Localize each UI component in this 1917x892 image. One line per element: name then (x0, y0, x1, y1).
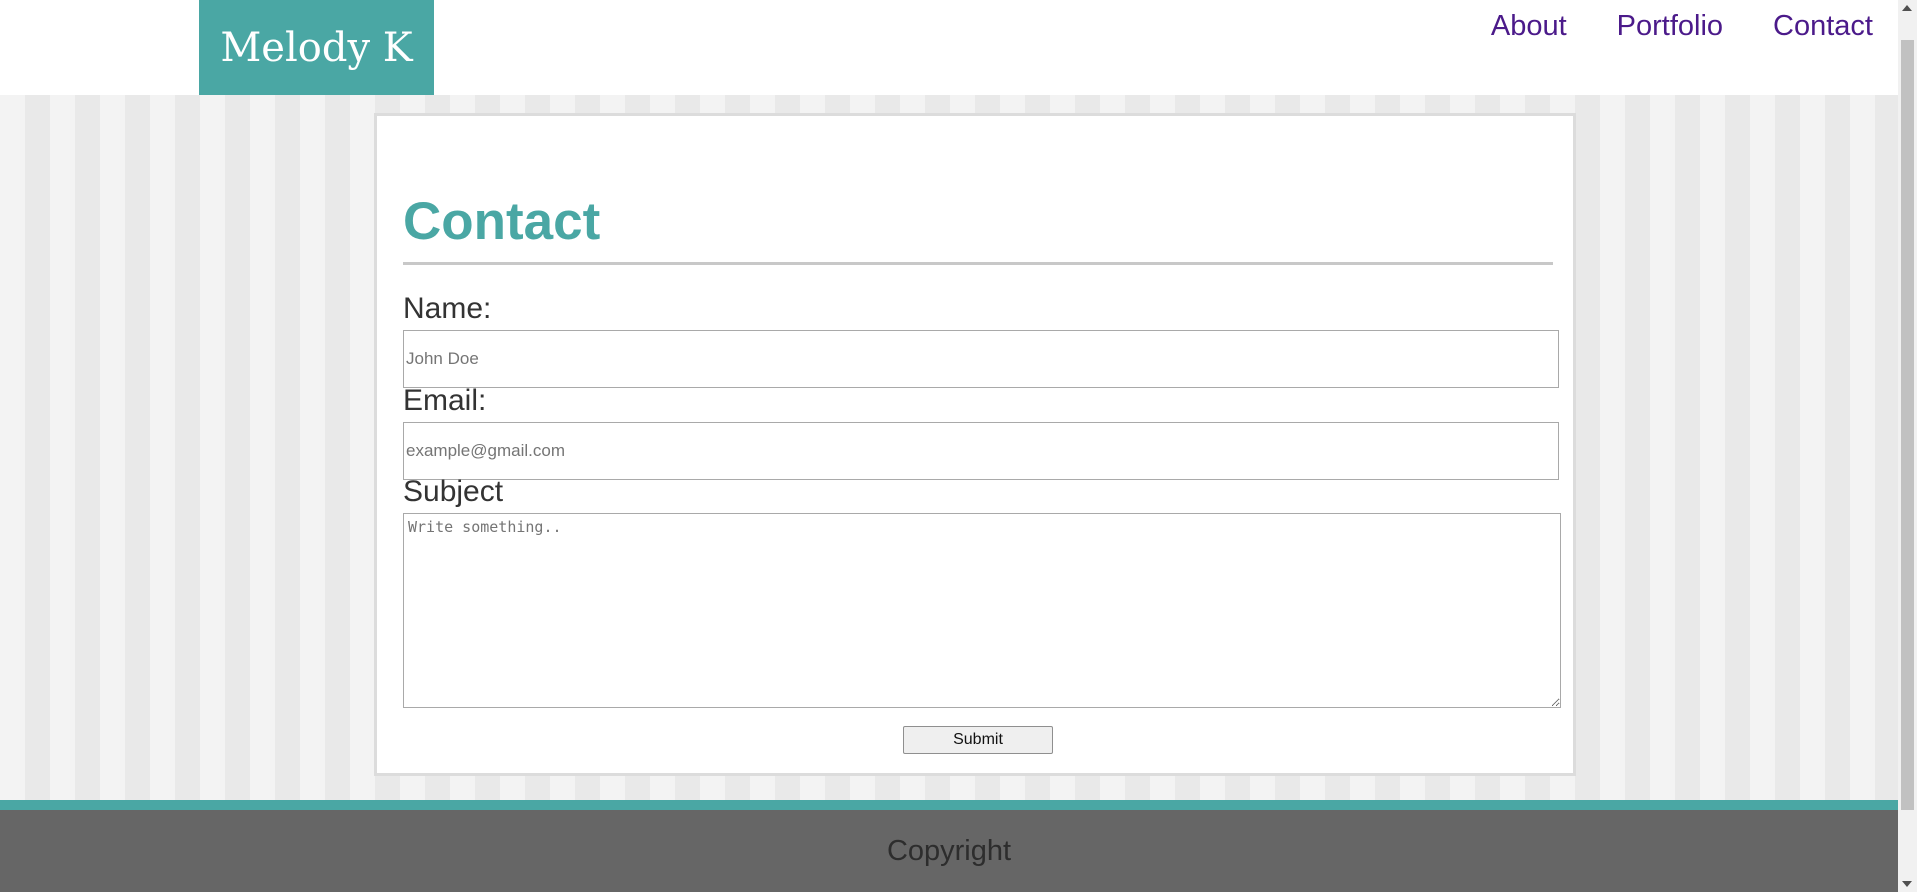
copyright-text: Copyright (886, 834, 1012, 867)
scroll-down-arrow-icon[interactable] (1902, 881, 1912, 887)
name-input[interactable] (403, 330, 1559, 388)
name-label: Name: (403, 292, 492, 325)
subject-textarea[interactable] (403, 513, 1561, 708)
title-divider (403, 262, 1553, 265)
footer-accent-stripe (0, 800, 1898, 810)
site-logo[interactable]: Melody K (199, 0, 434, 95)
scrollbar-thumb[interactable] (1901, 40, 1914, 810)
submit-button[interactable]: Submit (903, 726, 1053, 754)
email-input[interactable] (403, 422, 1559, 480)
nav-link-about[interactable]: About (1491, 10, 1567, 43)
page-title: Contact (403, 192, 601, 251)
nav-link-portfolio[interactable]: Portfolio (1617, 10, 1723, 43)
page-scrollbar[interactable] (1898, 0, 1917, 892)
email-label: Email: (403, 384, 487, 417)
subject-label: Subject (403, 475, 504, 508)
site-header: Melody K About Portfolio Contact (0, 0, 1898, 95)
main-nav: About Portfolio Contact (1491, 10, 1873, 43)
site-footer: Copyright (0, 810, 1898, 892)
nav-link-contact[interactable]: Contact (1773, 10, 1873, 43)
scroll-up-arrow-icon[interactable] (1902, 5, 1912, 11)
contact-card: Contact Name: Email: Subject Submit (374, 113, 1576, 776)
